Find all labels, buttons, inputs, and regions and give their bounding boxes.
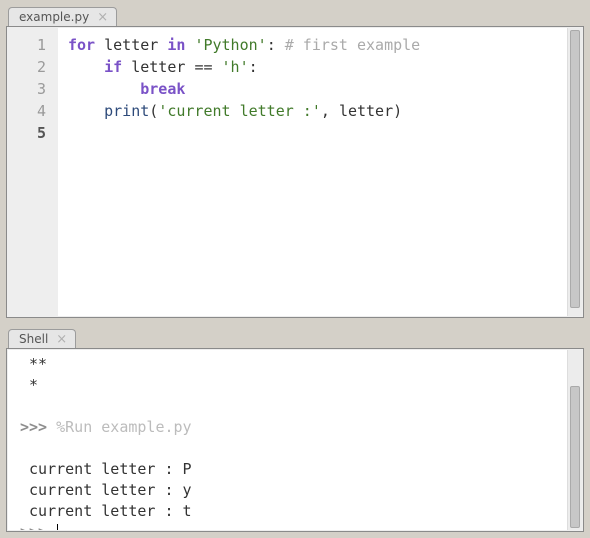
shell-output-line: current letter : P (20, 459, 567, 480)
shell-pane: ** * >>> %Run example.py current letter … (6, 348, 584, 532)
code-line: break (68, 78, 582, 100)
code-area[interactable]: for letter in 'Python': # first example … (58, 28, 582, 316)
shell-blank-line (20, 396, 567, 417)
line-number: 2 (16, 56, 46, 78)
shell-output-line: current letter : y (20, 480, 567, 501)
editor-panel: example.py × 12345 for letter in 'Python… (6, 4, 584, 318)
editor-tab[interactable]: example.py × (8, 7, 117, 26)
code-line: if letter == 'h': (68, 56, 582, 78)
editor-inner: 12345 for letter in 'Python': # first ex… (8, 28, 582, 316)
shell-area[interactable]: ** * >>> %Run example.py current letter … (8, 350, 567, 530)
line-number: 5 (16, 122, 46, 144)
editor-tab-label: example.py (19, 10, 89, 25)
editor-scrollbar[interactable] (567, 28, 582, 316)
code-line: print('current letter :', letter) (68, 100, 582, 122)
shell-tab-label: Shell (19, 332, 48, 347)
line-number: 1 (16, 34, 46, 56)
shell-output-line: current letter : t (20, 501, 567, 522)
shell-banner-line: * (20, 375, 567, 396)
shell-input-line: >>> (20, 522, 567, 530)
line-number-gutter: 12345 (8, 28, 58, 316)
editor-scrollbar-thumb[interactable] (570, 30, 580, 308)
text-cursor (57, 524, 58, 530)
line-number: 3 (16, 78, 46, 100)
shell-blank-line (20, 438, 567, 459)
shell-panel: Shell × ** * >>> %Run example.py current… (6, 326, 584, 532)
editor-tab-strip: example.py × (6, 4, 584, 26)
shell-prompt: >>> (20, 523, 56, 530)
close-icon[interactable]: × (56, 333, 67, 346)
shell-command-line: >>> %Run example.py (20, 417, 567, 438)
shell-banner-line: ** (20, 354, 567, 375)
shell-tab-strip: Shell × (6, 326, 584, 348)
shell-tab[interactable]: Shell × (8, 329, 76, 348)
code-line (68, 122, 582, 144)
shell-scrollbar[interactable] (567, 350, 582, 530)
close-icon[interactable]: × (97, 11, 108, 24)
code-line: for letter in 'Python': # first example (68, 34, 582, 56)
line-number: 4 (16, 100, 46, 122)
shell-magic-command: %Run example.py (56, 418, 191, 436)
shell-prompt: >>> (20, 418, 56, 436)
editor-pane: 12345 for letter in 'Python': # first ex… (6, 26, 584, 318)
shell-scrollbar-thumb[interactable] (570, 386, 580, 528)
